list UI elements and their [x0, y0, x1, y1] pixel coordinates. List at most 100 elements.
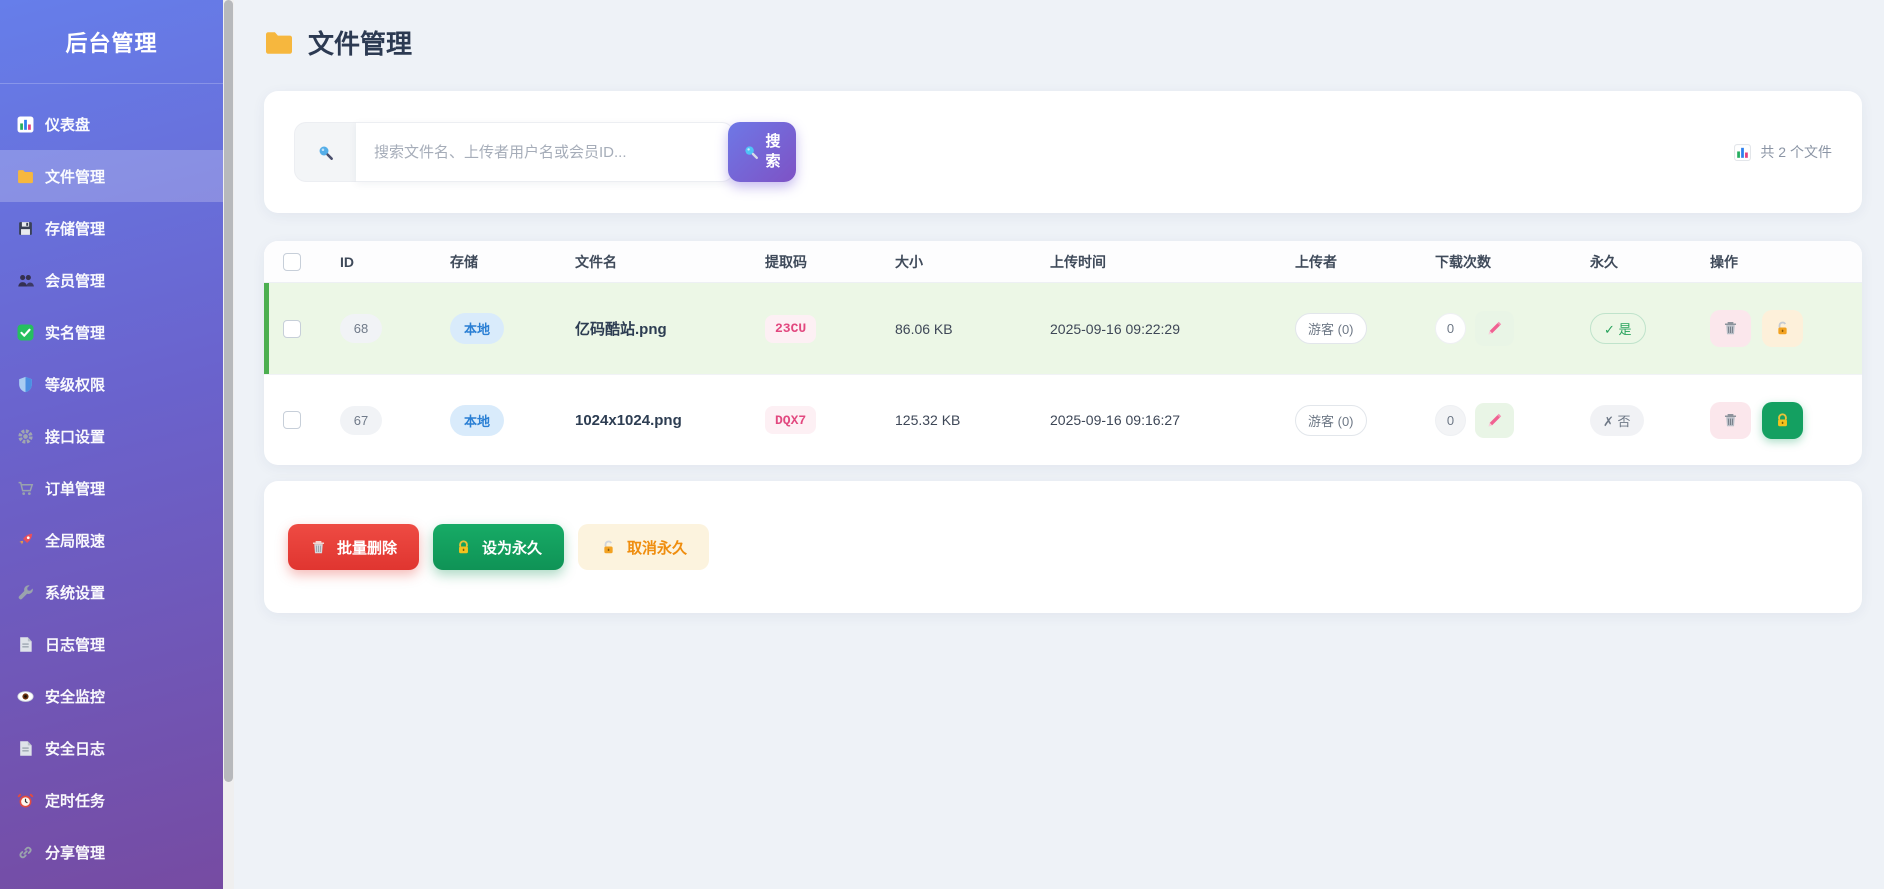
sidebar-item-levels[interactable]: 等级权限	[0, 358, 223, 410]
row-checkbox[interactable]	[283, 411, 301, 429]
sidebar-item-label: 存储管理	[45, 218, 105, 239]
sidebar-menu: 仪表盘 文件管理 存储管理 会员管理 实名管理 等级权限 接口设置	[0, 98, 223, 878]
table-header-row: ID 存储 文件名 提取码 大小 上传时间 上传者 下载次数 永久 操作	[264, 241, 1862, 283]
sidebar-item-security-log[interactable]: 安全日志	[0, 722, 223, 774]
id-badge: 67	[340, 406, 382, 435]
set-permanent-label: 设为永久	[482, 537, 542, 558]
select-all-checkbox[interactable]	[283, 253, 301, 271]
filename: 亿码酷站.png	[575, 318, 667, 339]
sidebar-item-label: 定时任务	[45, 790, 105, 811]
col-size: 大小	[875, 252, 1030, 272]
delete-file-button[interactable]	[1710, 310, 1751, 347]
search-button-label: 搜索	[765, 132, 782, 173]
batch-delete-label: 批量删除	[337, 537, 397, 558]
page-title-text: 文件管理	[308, 24, 412, 61]
sidebar-item-label: 系统设置	[45, 582, 105, 603]
search-input[interactable]	[356, 122, 734, 182]
trash-icon	[310, 539, 327, 556]
cancel-permanent-button[interactable]	[1762, 310, 1803, 347]
row-checkbox[interactable]	[283, 320, 301, 338]
sidebar-item-realname[interactable]: 实名管理	[0, 306, 223, 358]
col-id: ID	[320, 254, 430, 270]
permanent-badge: ✗ 否	[1590, 405, 1644, 436]
file-count-label: 共 2 个文件	[1760, 142, 1832, 162]
sidebar-item-security-monitor[interactable]: 安全监控	[0, 670, 223, 722]
check-badge-icon	[17, 324, 34, 341]
download-count: 0	[1435, 313, 1466, 344]
chart-bars-icon	[17, 116, 34, 133]
sidebar-item-ratelimit[interactable]: 全局限速	[0, 514, 223, 566]
sidebar-scrollbar-thumb[interactable]	[224, 0, 233, 782]
upload-time: 2025-09-16 09:16:27	[1030, 412, 1275, 428]
trash-icon	[1722, 320, 1739, 337]
sidebar-item-storage[interactable]: 存储管理	[0, 202, 223, 254]
extract-code-badge: 23CU	[765, 315, 816, 343]
col-code: 提取码	[745, 252, 875, 272]
col-filename: 文件名	[555, 252, 745, 272]
floppy-disk-icon	[17, 220, 34, 237]
set-permanent-button[interactable]	[1762, 402, 1803, 439]
page-title: 文件管理	[264, 24, 1862, 61]
sidebar-item-logs[interactable]: 日志管理	[0, 618, 223, 670]
sidebar-item-files[interactable]: 文件管理	[0, 150, 223, 202]
sidebar-item-orders[interactable]: 订单管理	[0, 462, 223, 514]
sidebar-item-members[interactable]: 会员管理	[0, 254, 223, 306]
uploader-badge: 游客 (0)	[1295, 313, 1367, 344]
rocket-icon	[17, 532, 34, 549]
sidebar-item-dashboard[interactable]: 仪表盘	[0, 98, 223, 150]
search-button[interactable]: 搜索	[728, 122, 796, 182]
batch-delete-button[interactable]: 批量删除	[288, 524, 419, 570]
pencil-icon	[1486, 412, 1503, 429]
pencil-icon	[1486, 320, 1503, 337]
col-ops: 操作	[1690, 252, 1862, 272]
edit-downloads-button[interactable]	[1475, 311, 1514, 346]
delete-file-button[interactable]	[1710, 402, 1751, 439]
sidebar-item-label: 文件管理	[45, 166, 105, 187]
edit-downloads-button[interactable]	[1475, 403, 1514, 438]
storage-badge: 本地	[450, 313, 504, 344]
sidebar-item-label: 分享管理	[45, 842, 105, 863]
file-size: 125.32 KB	[875, 412, 1030, 428]
file-table: ID 存储 文件名 提取码 大小 上传时间 上传者 下载次数 永久 操作 68 …	[264, 241, 1862, 465]
sidebar-item-label: 日志管理	[45, 634, 105, 655]
lock-icon	[455, 539, 472, 556]
col-storage: 存储	[430, 252, 555, 272]
set-permanent-batch-button[interactable]: 设为永久	[433, 524, 564, 570]
sidebar-item-api[interactable]: 接口设置	[0, 410, 223, 462]
filename: 1024x1024.png	[575, 412, 682, 429]
chart-bars-icon	[1734, 144, 1751, 161]
table-row: 67 本地 1024x1024.png DQX7 125.32 KB 2025-…	[264, 374, 1862, 465]
sidebar-item-shares[interactable]: 分享管理	[0, 826, 223, 878]
folder-icon	[17, 168, 34, 185]
col-uploader: 上传者	[1275, 252, 1415, 272]
sidebar-item-label: 安全监控	[45, 686, 105, 707]
sidebar-item-system[interactable]: 系统设置	[0, 566, 223, 618]
sidebar: 后台管理 仪表盘 文件管理 存储管理 会员管理 实名管理 等级权限	[0, 0, 223, 889]
cancel-permanent-batch-button[interactable]: 取消永久	[578, 524, 709, 570]
sidebar-item-label: 安全日志	[45, 738, 105, 759]
col-time: 上传时间	[1030, 252, 1275, 272]
cancel-permanent-label: 取消永久	[627, 537, 687, 558]
main-content: 文件管理 搜索 共 2 个文件 ID 存储 文件名 提取码 大小 上传时间	[234, 0, 1884, 613]
sidebar-item-label: 会员管理	[45, 270, 105, 291]
sidebar-item-label: 接口设置	[45, 426, 105, 447]
search-group: 搜索	[294, 122, 796, 182]
app-title: 后台管理	[65, 26, 157, 58]
table-row: 68 本地 亿码酷站.png 23CU 86.06 KB 2025-09-16 …	[264, 283, 1862, 374]
sidebar-header: 后台管理	[0, 0, 223, 84]
cart-icon	[17, 480, 34, 497]
batch-actions-card: 批量删除 设为永久 取消永久	[264, 481, 1862, 613]
gear-icon	[17, 428, 34, 445]
uploader-badge: 游客 (0)	[1295, 405, 1367, 436]
search-icon	[317, 144, 334, 161]
sidebar-scrollbar[interactable]	[223, 0, 234, 889]
document-icon	[17, 636, 34, 653]
id-badge: 68	[340, 314, 382, 343]
folder-icon	[264, 30, 294, 56]
sidebar-item-cron[interactable]: 定时任务	[0, 774, 223, 826]
document-icon	[17, 740, 34, 757]
users-icon	[17, 272, 34, 289]
sidebar-item-label: 实名管理	[45, 322, 105, 343]
unlock-icon	[600, 539, 617, 556]
search-card: 搜索 共 2 个文件	[264, 91, 1862, 213]
